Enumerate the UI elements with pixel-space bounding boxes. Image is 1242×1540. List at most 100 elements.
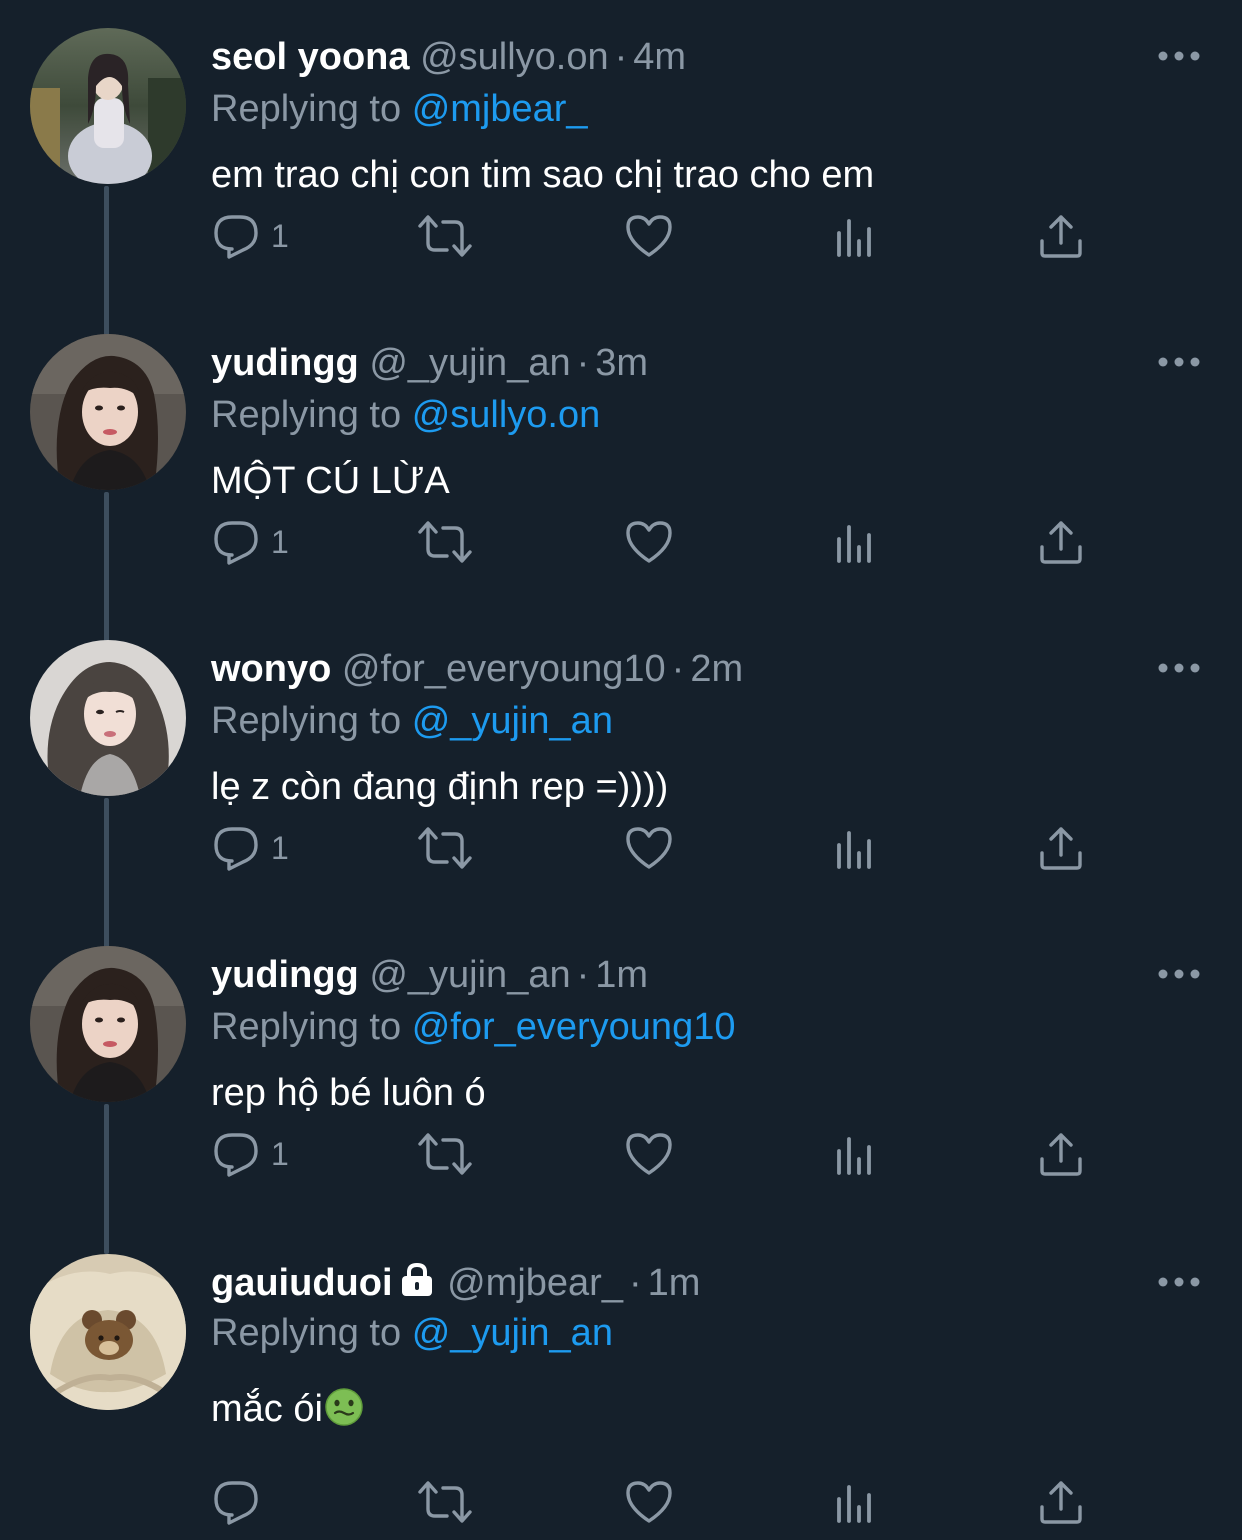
share-button[interactable] [1036,818,1086,878]
heart-icon [626,827,672,869]
separator-dot: · [576,954,590,996]
avatar-photo [30,640,186,796]
reply-button[interactable]: 1 [211,206,289,266]
display-name[interactable]: yudingg [211,954,359,996]
more-dots-icon[interactable] [1156,350,1202,374]
avatar[interactable] [30,640,186,796]
share-icon [1040,521,1082,564]
tweet[interactable]: gauiuduoi @mjbear_ · 1m Replying to @_yuji… [0,1226,1242,1532]
reply-button[interactable]: 1 [211,1124,289,1184]
replying-to: Replying to @for_everyoung10 [211,1002,735,1052]
share-button[interactable] [1036,1124,1086,1184]
retweet-button[interactable] [417,818,473,878]
like-button[interactable] [624,512,674,572]
share-button[interactable] [1036,1472,1086,1532]
tweet[interactable]: seol yoona @sullyo.on · 4m Replying to @mj… [0,0,1242,336]
more-dots-icon[interactable] [1156,656,1202,680]
tweet[interactable]: wonyo @for_everyoung10 · 2m Replying to @_… [0,612,1242,948]
display-name[interactable]: yudingg [211,342,359,384]
avatar-photo [30,946,186,1102]
views-button[interactable] [830,1472,880,1532]
timestamp[interactable]: 4m [633,36,686,78]
share-icon [1040,1133,1082,1176]
reply-count: 1 [271,217,289,254]
retweet-button[interactable] [417,512,473,572]
tweet-header: gauiuduoi @mjbear_ · 1m [211,1258,700,1308]
share-button[interactable] [1036,206,1086,266]
action-bar: 1 [0,206,1242,266]
retweet-button[interactable] [417,1472,473,1532]
avatar[interactable] [30,946,186,1102]
heart-icon [626,1133,672,1175]
replying-to-handle[interactable]: @mjbear_ [412,88,588,130]
reply-button[interactable]: 1 [211,818,289,878]
avatar[interactable] [30,334,186,490]
tweet-text: lẹ z còn đang định rep =)))) [211,766,669,808]
avatar[interactable] [30,1254,186,1410]
timestamp[interactable]: 3m [595,342,648,384]
reply-icon [214,521,258,565]
action-bar: 1 [0,512,1242,572]
reply-count: 1 [271,1135,289,1172]
nauseated-face-emoji [325,1388,363,1426]
reply-icon [214,827,258,871]
reply-button[interactable] [211,1472,261,1532]
tweet-header: seol yoona @sullyo.on · 4m [211,32,686,82]
replying-label: Replying to [211,1006,402,1048]
replying-to: Replying to @_yujin_an [211,696,613,746]
user-handle[interactable]: @_yujin_an [369,342,570,384]
action-bar: 1 [0,818,1242,878]
separator-dot: · [628,1262,642,1304]
user-handle[interactable]: @_yujin_an [369,954,570,996]
more-dots-icon[interactable] [1156,962,1202,986]
replying-to-handle[interactable]: @sullyo.on [412,394,601,436]
retweet-button[interactable] [417,206,473,266]
more-dots-icon[interactable] [1156,1270,1202,1294]
heart-icon [626,215,672,257]
tweet[interactable]: yudingg @_yujin_an · 1m Replying to @for_e… [0,918,1242,1254]
tweet[interactable]: yudingg @_yujin_an · 3m Replying to @sully… [0,306,1242,642]
more-dots-icon[interactable] [1156,44,1202,68]
replying-to-handle[interactable]: @for_everyoung10 [412,1006,736,1048]
share-icon [1040,215,1082,258]
views-icon [837,219,871,257]
retweet-icon [418,521,472,563]
replying-to-handle[interactable]: @_yujin_an [412,700,613,742]
action-bar [0,1472,1242,1532]
views-button[interactable] [830,512,880,572]
replying-label: Replying to [211,394,402,436]
replying-to-handle[interactable]: @_yujin_an [412,1312,613,1354]
display-name[interactable]: gauiuduoi [211,1262,393,1304]
user-handle[interactable]: @sullyo.on [420,36,609,78]
views-button[interactable] [830,206,880,266]
share-button[interactable] [1036,512,1086,572]
avatar[interactable] [30,28,186,184]
views-button[interactable] [830,1124,880,1184]
tweet-text: mắc ói [211,1388,323,1430]
separator-dot: · [614,36,628,78]
like-button[interactable] [624,1472,674,1532]
tweet-header: wonyo @for_everyoung10 · 2m [211,644,743,694]
retweet-button[interactable] [417,1124,473,1184]
tweet-header: yudingg @_yujin_an · 3m [211,338,648,388]
user-handle[interactable]: @mjbear_ [447,1262,623,1304]
like-button[interactable] [624,1124,674,1184]
reply-count: 1 [271,829,289,866]
like-button[interactable] [624,206,674,266]
retweet-icon [418,827,472,869]
timestamp[interactable]: 1m [648,1262,701,1304]
timestamp[interactable]: 1m [595,954,648,996]
display-name[interactable]: wonyo [211,648,331,690]
views-button[interactable] [830,818,880,878]
views-icon [837,831,871,869]
action-bar: 1 [0,1124,1242,1184]
timestamp[interactable]: 2m [690,648,743,690]
views-icon [837,1485,871,1523]
tweet-text: MỘT CÚ LỪA [211,460,450,502]
reply-button[interactable]: 1 [211,512,289,572]
user-handle[interactable]: @for_everyoung10 [342,648,666,690]
avatar-photo [30,28,186,184]
display-name[interactable]: seol yoona [211,36,410,78]
like-button[interactable] [624,818,674,878]
views-icon [837,1137,871,1175]
